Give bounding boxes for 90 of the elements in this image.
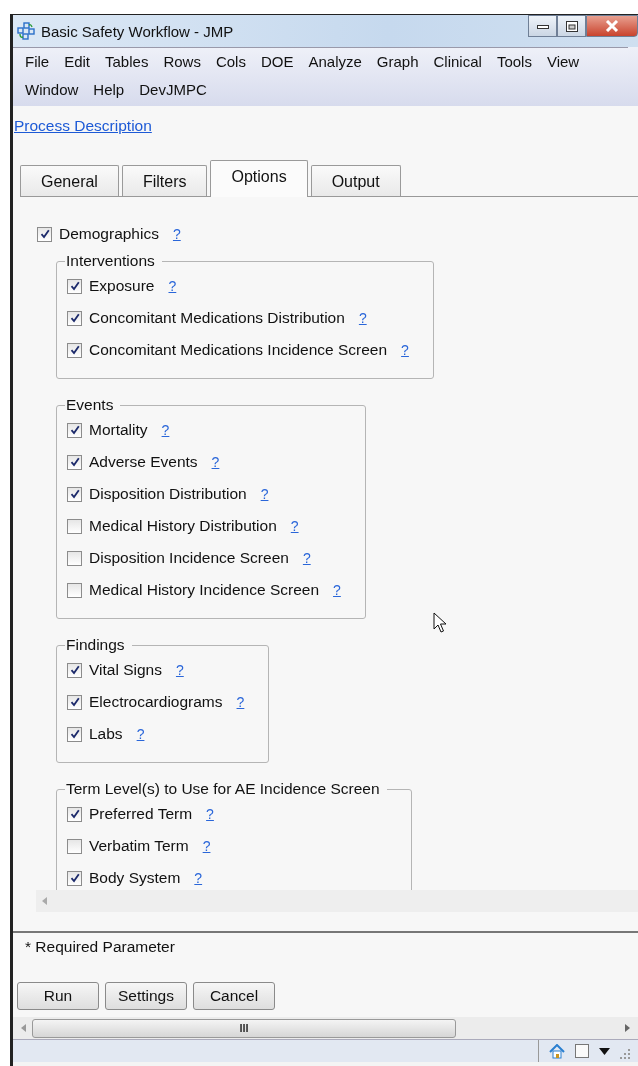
checkbox[interactable] [67,806,82,822]
dialog-button[interactable]: Run [17,982,99,1010]
group-title: Events [65,396,115,414]
checkbox[interactable] [67,582,82,598]
window-title: Basic Safety Workflow - JMP [41,22,234,40]
menu-item[interactable]: Tools [496,48,532,76]
checkbox[interactable] [67,342,82,358]
tab[interactable]: Output [310,165,401,196]
menu-item[interactable]: Analyze [308,48,362,76]
checkbox[interactable] [67,662,82,678]
help-link[interactable]: ? [194,870,203,886]
option-label: Disposition Distribution [89,485,247,503]
group-title: Interventions [65,252,156,270]
option-label: Medical History Incidence Screen [89,581,320,599]
option-label: Exposure [89,277,155,295]
maximize-button[interactable] [557,15,586,37]
menu-item[interactable]: DevJMPC [139,76,207,104]
menu-item[interactable]: File [25,48,50,76]
checkbox[interactable] [67,550,82,566]
dialog-button[interactable]: Settings [105,982,187,1010]
checkbox[interactable] [67,518,82,534]
menu-item[interactable]: Clinical [433,48,482,76]
option-label: Mortality [89,421,148,439]
process-description-link[interactable]: Process Description [14,117,152,135]
checkbox[interactable] [67,486,82,502]
close-button[interactable] [586,15,638,37]
help-link[interactable]: ? [290,518,299,534]
option-label: Medical History Distribution [89,517,277,535]
checkbox[interactable] [67,310,82,326]
checkbox[interactable] [67,726,82,742]
menu-item[interactable]: View [546,48,580,76]
help-link[interactable]: ? [206,806,214,822]
help-link[interactable]: ? [358,310,367,326]
menu-item[interactable]: Tables [105,48,149,76]
checkbox[interactable] [67,694,82,710]
close-icon [605,20,619,32]
scroll-right-icon[interactable] [625,1024,630,1032]
home-icon[interactable] [549,1043,565,1059]
help-link[interactable]: ? [136,726,145,742]
option-label: Body System [89,869,181,887]
option-label: Electrocardiograms [89,693,223,711]
minimize-button[interactable] [528,15,557,37]
option-label: Disposition Incidence Screen [89,549,289,567]
menu-item[interactable]: Graph [376,48,419,76]
resize-grip-icon[interactable] [620,1049,630,1059]
option-label: Labs [89,725,123,743]
menu-item[interactable]: Cols [215,48,246,76]
help-link[interactable]: ? [172,226,181,242]
help-link[interactable]: ? [168,278,177,294]
help-link[interactable]: ? [260,486,269,502]
mouse-cursor-icon [433,612,447,634]
help-link[interactable]: ? [161,422,170,438]
app-icon [17,22,35,40]
menu-item[interactable]: Help [93,76,125,104]
group-title: Findings [65,636,126,654]
option-label: Adverse Events [89,453,198,471]
help-link[interactable]: ? [211,454,220,470]
option-label: Concomitant Medications Incidence Screen [89,341,388,359]
dropdown-arrow-icon[interactable] [599,1047,610,1055]
help-link[interactable]: ? [202,838,211,854]
menu-item[interactable]: Rows [163,48,201,76]
help-link[interactable]: ? [175,662,184,678]
menu-item[interactable]: Edit [64,48,91,76]
menu-item[interactable]: DOE [260,48,294,76]
option-label: Demographics [59,225,159,243]
checkbox[interactable] [67,838,82,854]
checkbox[interactable] [67,454,82,470]
window-list-icon[interactable] [575,1044,589,1058]
minimize-icon [536,23,549,29]
tab[interactable]: Options [210,160,308,197]
checkbox[interactable] [67,422,82,438]
tab[interactable]: Filters [121,165,208,196]
maximize-icon [565,20,578,32]
option-label: Concomitant Medications Distribution [89,309,345,327]
tab[interactable]: General [20,165,119,196]
group-title: Term Level(s) to Use for AE Incidence Screen [65,780,381,798]
checkbox[interactable] [67,870,82,886]
dialog-button[interactable]: Cancel [193,982,275,1010]
menu-item[interactable]: Window [25,76,79,104]
help-link[interactable]: ? [236,694,245,710]
checkbox[interactable] [37,226,52,242]
required-note: * Required Parameter [25,938,175,956]
help-link[interactable]: ? [401,342,409,358]
option-label: Verbatim Term [89,837,189,855]
option-label: Preferred Term [89,805,193,823]
scrollbar-thumb[interactable]: III [32,1018,456,1038]
help-link[interactable]: ? [302,550,311,566]
help-link[interactable]: ? [333,582,341,598]
option-label: Vital Signs [89,661,162,679]
checkbox[interactable] [67,278,82,294]
